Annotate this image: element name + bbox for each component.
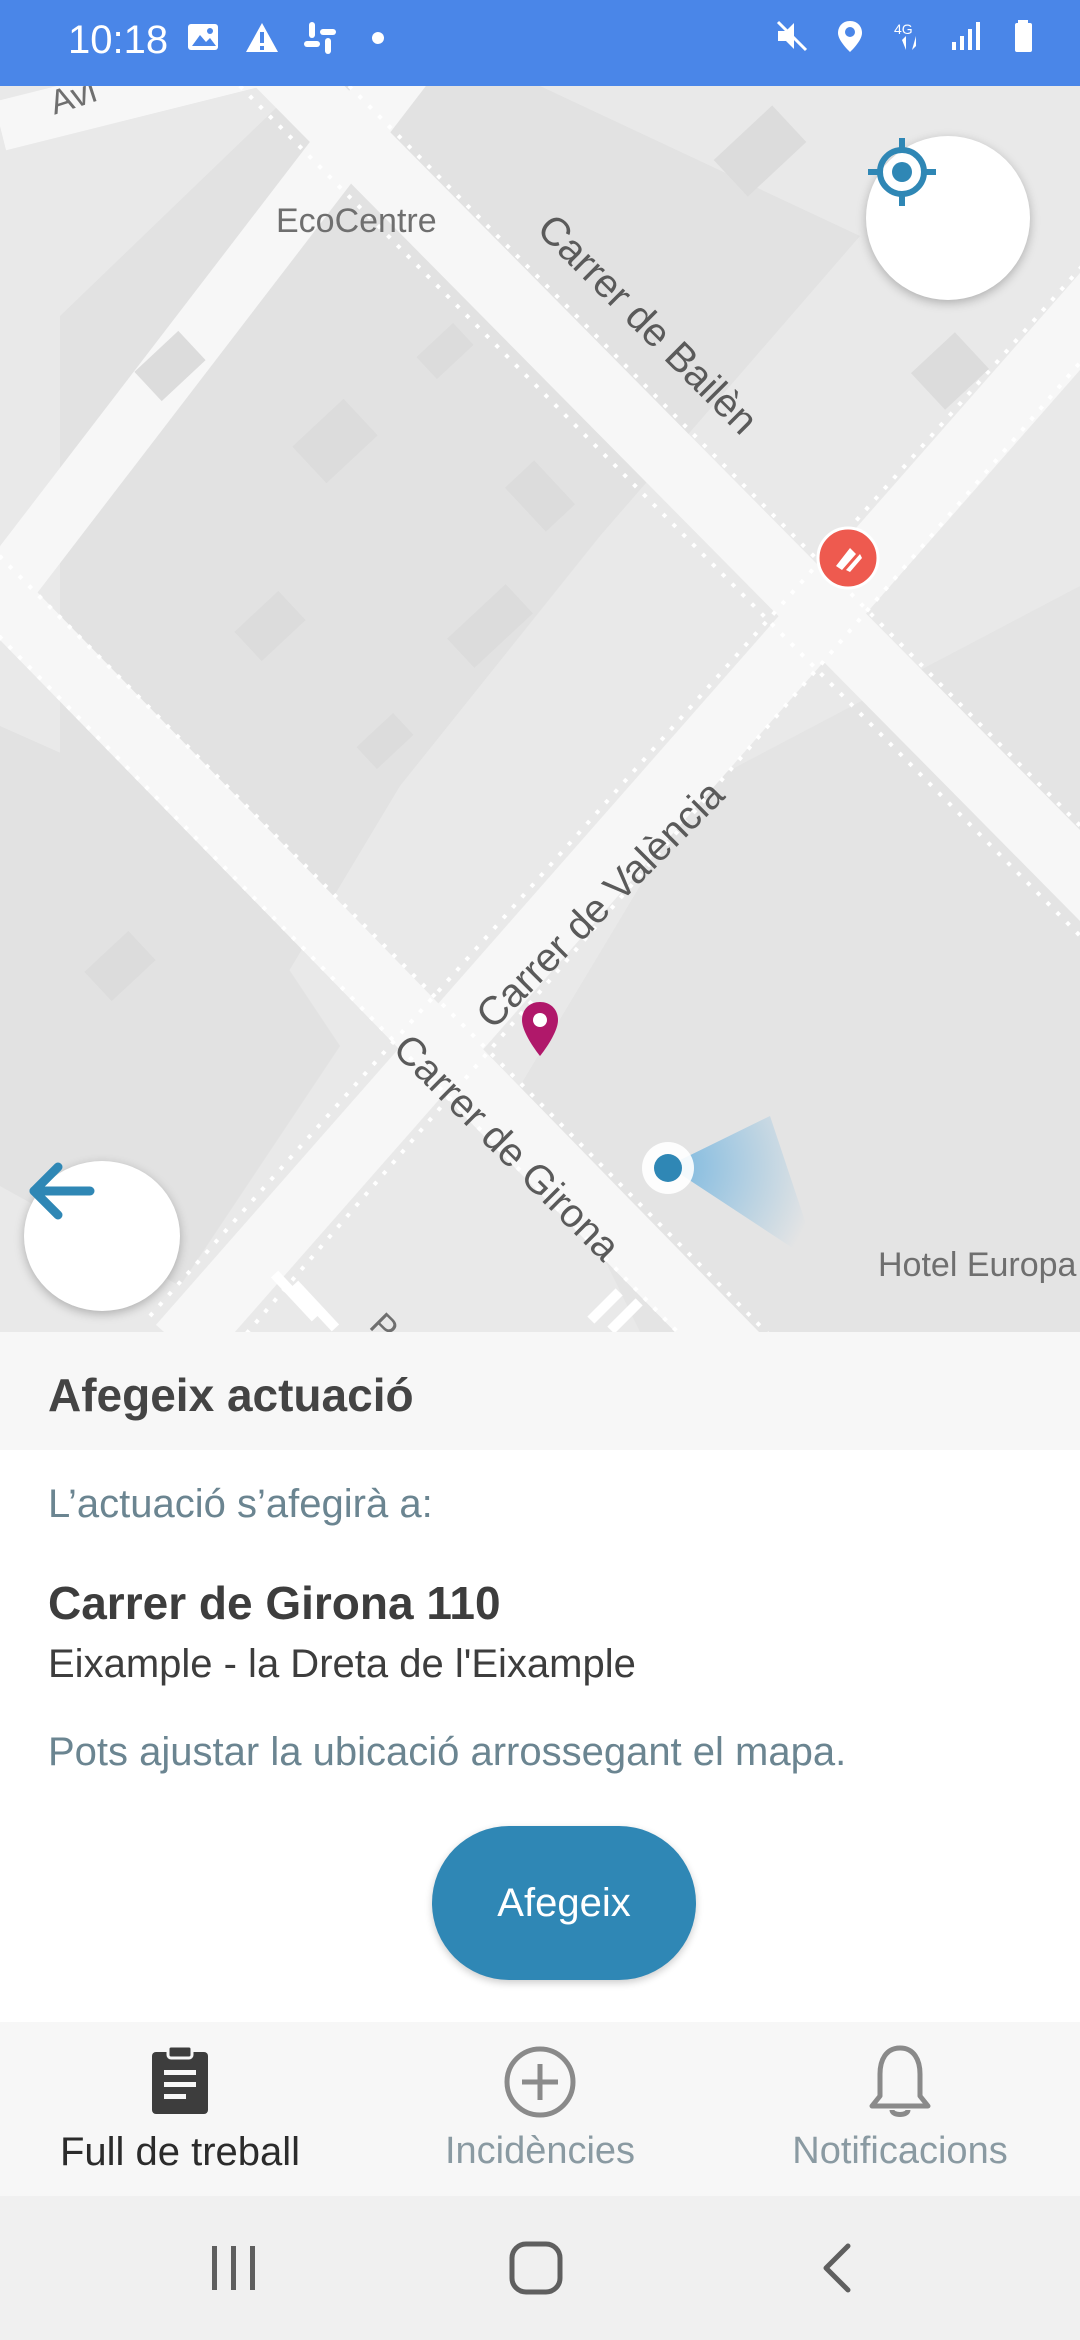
image-icon <box>188 24 218 50</box>
nav-item-notificacions[interactable]: Notificacions <box>720 2022 1080 2196</box>
signal-icon <box>952 22 980 50</box>
nav-label-notificacions: Notificacions <box>792 2130 1008 2172</box>
crosshair-icon <box>868 138 936 206</box>
nav-label-incidencies: Incidències <box>444 2130 636 2172</box>
mute-icon <box>776 20 808 52</box>
bottom-nav: Full de treball Incidències Notificacion… <box>0 2022 1080 2196</box>
battery-icon <box>1015 20 1032 52</box>
network-4g-text: 4G <box>894 21 913 37</box>
address-title: Carrer de Girona 110 <box>48 1577 501 1629</box>
panel-title: Afegeix actuació <box>48 1369 414 1421</box>
status-left-icons <box>186 20 396 56</box>
place-label-hotel: Hotel Europa <box>878 1246 1077 1284</box>
locate-me-button[interactable] <box>866 136 1030 300</box>
bell-icon <box>869 2045 931 2117</box>
location-pin-icon <box>522 1002 558 1056</box>
clipboard-icon <box>152 2044 208 2114</box>
nav-label-full-de-treball: Full de treball <box>59 2130 301 2174</box>
back-button[interactable] <box>24 1161 180 1311</box>
warning-icon <box>246 23 278 52</box>
drag-hint: Pots ajustar la ubicació arrossegant el … <box>48 1730 847 1774</box>
home-icon[interactable] <box>508 2240 564 2296</box>
plus-circle-icon <box>504 2046 576 2118</box>
nav-item-incidencies[interactable]: Incidències <box>360 2022 720 2196</box>
map-view[interactable]: Avi EcoCentre Hotel Europa P Carrer de B… <box>0 86 1080 1332</box>
system-nav-bar <box>0 2196 1080 2340</box>
status-bar: 10:18 4G <box>0 0 1080 86</box>
recent-apps-icon[interactable] <box>206 2242 262 2294</box>
network-4g-icon: 4G <box>894 21 916 50</box>
user-location-dot-icon <box>642 1142 694 1194</box>
location-icon <box>838 21 862 52</box>
status-time: 10:18 <box>68 18 169 62</box>
address-district: Eixample - la Dreta de l'Eixample <box>48 1642 636 1686</box>
panel-header: Afegeix actuació <box>0 1332 1080 1450</box>
status-right-icons: 4G <box>774 18 1042 54</box>
restaurant-icon[interactable] <box>816 526 880 590</box>
nav-item-full-de-treball[interactable]: Full de treball <box>0 2022 360 2196</box>
back-icon[interactable] <box>818 2242 858 2294</box>
add-button[interactable]: Afegeix <box>432 1826 696 1980</box>
arrow-left-icon <box>29 1162 95 1220</box>
panel-intro: L’actuació s’afegirà a: <box>48 1482 433 1526</box>
place-label-ecocentre: EcoCentre <box>276 202 437 240</box>
dot-icon <box>372 32 384 44</box>
slack-icon <box>304 22 336 54</box>
panel-body: L’actuació s’afegirà a: Carrer de Girona… <box>0 1450 1080 2022</box>
